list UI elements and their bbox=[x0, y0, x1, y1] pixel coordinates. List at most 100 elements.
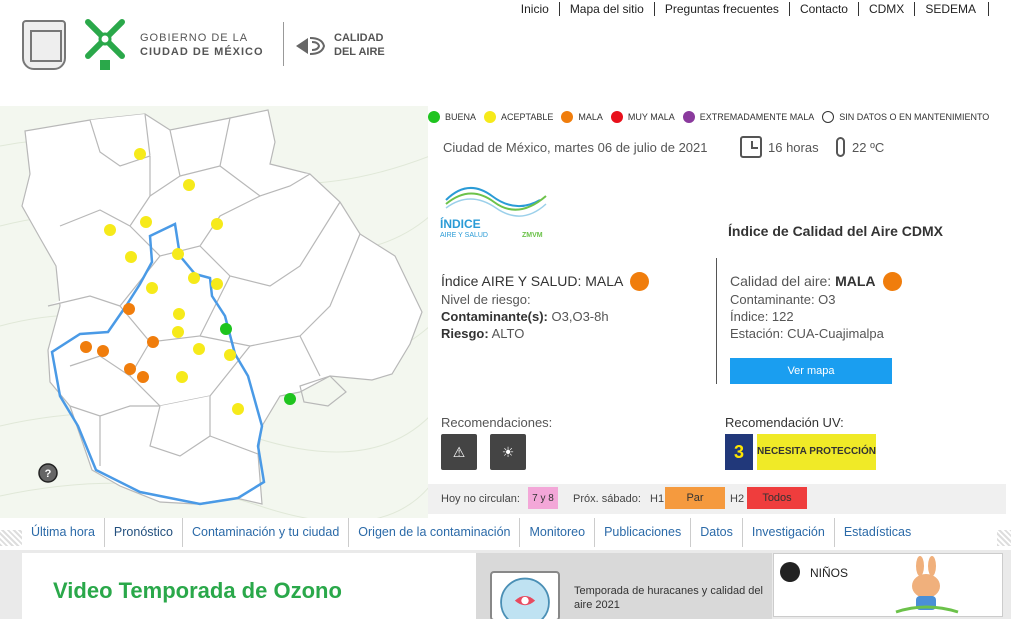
station-marker-aceptable[interactable] bbox=[104, 224, 116, 236]
help-icon[interactable]: ? bbox=[38, 463, 58, 483]
link-mapa-sitio[interactable]: Mapa del sitio bbox=[560, 2, 655, 16]
station-marker-aceptable[interactable] bbox=[172, 248, 184, 260]
station-marker-buena[interactable] bbox=[220, 323, 232, 335]
contaminantes-label: Contaminante(s): bbox=[441, 309, 548, 324]
prox-sabado-label: Próx. sábado: bbox=[573, 493, 641, 505]
station-marker-mala[interactable] bbox=[80, 341, 92, 353]
station-marker-aceptable[interactable] bbox=[188, 272, 200, 284]
thermometer-icon bbox=[836, 137, 845, 157]
legend-dot bbox=[610, 111, 623, 123]
nav-investigacion[interactable]: Investigación bbox=[743, 518, 835, 547]
nav-contaminacion[interactable]: Contaminación y tu ciudad bbox=[183, 518, 350, 547]
hour-value: 16 horas bbox=[768, 140, 819, 155]
station-marker-aceptable[interactable] bbox=[193, 343, 205, 355]
calidad-heading: Calidad del aire: MALA bbox=[730, 272, 902, 291]
nav-datos[interactable]: Datos bbox=[691, 518, 743, 547]
station-marker-aceptable[interactable] bbox=[173, 308, 185, 320]
station-marker-aceptable[interactable] bbox=[211, 278, 223, 290]
station-marker-aceptable[interactable] bbox=[172, 326, 184, 338]
gov-text: GOBIERNO DE LA CIUDAD DE MÉXICO bbox=[140, 31, 264, 59]
station-marker-aceptable[interactable] bbox=[211, 218, 223, 230]
aire-salud-value: MALA bbox=[585, 273, 624, 289]
aire-salud-label: Índice AIRE Y SALUD: bbox=[441, 273, 582, 289]
nav-pronostico[interactable]: Pronóstico bbox=[105, 518, 183, 547]
station-marker-aceptable[interactable] bbox=[125, 251, 137, 263]
hurricane-card[interactable]: Temporada de huracanes y calidad del air… bbox=[476, 553, 772, 619]
nav-publicaciones[interactable]: Publicaciones bbox=[595, 518, 692, 547]
video-title: Video Temporada de Ozono bbox=[53, 578, 342, 603]
h1-label: H1 bbox=[650, 493, 665, 505]
video-card[interactable]: Video Temporada de Ozono bbox=[22, 553, 476, 619]
contaminantes-row: Contaminante(s): O3,O3-8h bbox=[441, 308, 649, 325]
stations-map[interactable]: ? bbox=[0, 106, 430, 518]
aire-salud-heading: Índice AIRE Y SALUD: MALA bbox=[441, 272, 650, 291]
aire-salud-block: Índice AIRE Y SALUD: MALA Nivel de riesg… bbox=[441, 272, 650, 342]
station-marker-buena[interactable] bbox=[284, 393, 296, 405]
legend-mala: MALA bbox=[561, 111, 603, 123]
nav-origen[interactable]: Origen de la contaminación bbox=[349, 518, 521, 547]
link-inicio[interactable]: Inicio bbox=[511, 2, 560, 16]
indice-aire-salud-logo[interactable]: ÍNDICE AIRE Y SALUD ZMVM bbox=[440, 178, 552, 240]
legend-buena: BUENA bbox=[428, 111, 476, 123]
station-marker-mala[interactable] bbox=[124, 363, 136, 375]
station-marker-aceptable[interactable] bbox=[176, 371, 188, 383]
legend-dot bbox=[428, 111, 440, 123]
ver-mapa-button[interactable]: Ver mapa bbox=[730, 358, 892, 384]
station-marker-mala[interactable] bbox=[137, 371, 149, 383]
station-marker-mala[interactable] bbox=[147, 336, 159, 348]
uv-protection-text: NECESITA PROTECCIÓN bbox=[757, 434, 876, 470]
legend-dot bbox=[822, 111, 835, 123]
nav-monitoreo[interactable]: Monitoreo bbox=[520, 518, 596, 547]
mala-status-dot bbox=[630, 272, 650, 291]
link-preguntas[interactable]: Preguntas frecuentes bbox=[655, 2, 790, 16]
legend-label: BUENA bbox=[445, 112, 477, 122]
riesgo-row: Riesgo: ALTO bbox=[441, 325, 649, 342]
station-marker-mala[interactable] bbox=[97, 345, 109, 357]
legend-label: EXTREMADAMENTE MALA bbox=[699, 112, 815, 122]
riesgo-label: Riesgo: bbox=[441, 326, 489, 341]
link-sedema[interactable]: SEDEMA bbox=[915, 2, 989, 16]
indice-title: Índice de Calidad del Aire CDMX bbox=[728, 223, 943, 239]
legend-label: MALA bbox=[578, 112, 603, 122]
block-divider bbox=[716, 258, 717, 384]
h2-value: Todos bbox=[747, 487, 807, 509]
cycling-sun-icon[interactable]: ☀ bbox=[490, 434, 526, 470]
hurricane-globe-icon bbox=[490, 571, 560, 619]
legend-label: ACEPTABLE bbox=[501, 112, 554, 122]
nav-pattern-left bbox=[0, 530, 22, 546]
calidad-value: MALA bbox=[835, 273, 876, 289]
link-cdmx[interactable]: CDMX bbox=[859, 2, 916, 16]
station-marker-aceptable[interactable] bbox=[232, 403, 244, 415]
aire-line1: CALIDAD bbox=[334, 32, 384, 44]
legend-sin-datos: SIN DATOS O EN MANTENIMIENTO bbox=[822, 111, 989, 123]
indice-logo-line2: AIRE Y SALUD bbox=[440, 232, 488, 239]
legend-dot bbox=[682, 111, 695, 123]
station-marker-aceptable[interactable] bbox=[134, 148, 146, 160]
station-marker-aceptable[interactable] bbox=[146, 282, 158, 294]
nav-estadisticas[interactable]: Estadísticas bbox=[835, 518, 920, 547]
cdmx-shield-logo[interactable] bbox=[22, 20, 66, 70]
ninos-label: NIÑOS bbox=[810, 566, 849, 580]
ninos-card[interactable]: NIÑOS bbox=[773, 553, 1003, 617]
uv-index: 3 bbox=[725, 434, 753, 470]
station-marker-aceptable[interactable] bbox=[183, 179, 195, 191]
legend-dot bbox=[561, 111, 574, 123]
station-marker-mala[interactable] bbox=[123, 303, 135, 315]
contaminantes-value: O3,O3-8h bbox=[551, 309, 609, 324]
ninos-icon bbox=[780, 562, 800, 582]
link-contacto[interactable]: Contacto bbox=[790, 2, 859, 16]
indice-logo-tag: ZMVM bbox=[522, 232, 543, 239]
clock-icon bbox=[740, 136, 762, 158]
nav-ultima-hora[interactable]: Última hora bbox=[22, 518, 105, 547]
hoy-no-circula-label: Hoy no circulan: bbox=[441, 493, 520, 505]
main-nav: Última hora Pronóstico Contaminación y t… bbox=[22, 518, 920, 547]
cycling-warning-icon[interactable]: ⚠ bbox=[441, 434, 477, 470]
hurricane-text: Temporada de huracanes y calidad del air… bbox=[574, 585, 763, 611]
nivel-riesgo-label: Nivel de riesgo: bbox=[441, 292, 531, 307]
station-marker-aceptable[interactable] bbox=[140, 216, 152, 228]
station-marker-aceptable[interactable] bbox=[224, 349, 236, 361]
cdmx-logo[interactable] bbox=[80, 14, 130, 74]
calidad-aire-logo[interactable] bbox=[294, 32, 328, 60]
legend-label: SIN DATOS O EN MANTENIMIENTO bbox=[839, 112, 990, 122]
temperature-value: 22 ºC bbox=[852, 140, 885, 155]
